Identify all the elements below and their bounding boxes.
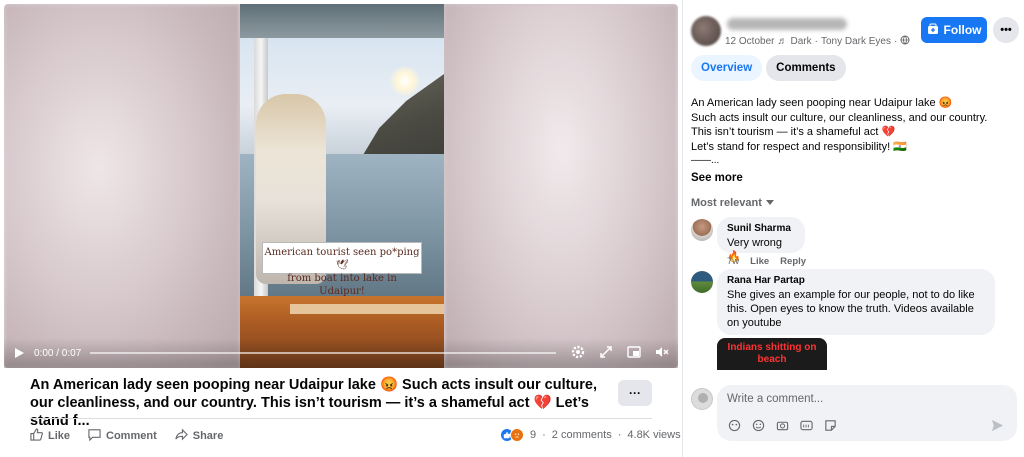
video-blur-background-left	[4, 4, 240, 368]
angry-reaction-icon	[510, 428, 524, 442]
cliff	[357, 74, 444, 164]
post-title: An American lady seen pooping near Udaip…	[30, 377, 598, 429]
view-count: 4.8K views	[627, 429, 681, 441]
see-more-link[interactable]: See more	[691, 172, 743, 184]
comment-bubble: Rana Har Partap She gives an example for…	[717, 269, 995, 335]
music-artist[interactable]: Dark	[790, 36, 811, 47]
boat-canopy	[240, 4, 444, 38]
comment-sort-dropdown[interactable]: Most relevant	[691, 197, 774, 209]
comment-reply-button[interactable]: Reply	[780, 256, 806, 267]
sticker-icon[interactable]	[823, 418, 837, 432]
reactions[interactable]	[500, 428, 524, 442]
overlay-caption-line-1: American tourist seen po*ping 🕊	[264, 247, 420, 271]
sort-label: Most relevant	[691, 197, 762, 209]
video-time: 0:00 / 0:07	[34, 347, 82, 359]
expand-icon[interactable]	[598, 344, 614, 360]
follow-icon	[927, 23, 939, 38]
post-description: An American lady seen pooping near Udaip…	[691, 96, 1017, 154]
follow-label: Follow	[943, 23, 982, 37]
comment-like-button[interactable]: Like	[750, 256, 769, 267]
send-icon[interactable]	[989, 417, 1005, 433]
share-label: Share	[192, 430, 224, 442]
current-user-avatar	[691, 388, 713, 410]
like-button[interactable]: Like	[30, 428, 70, 444]
sun	[390, 66, 420, 96]
stats-separator: ·	[617, 429, 622, 441]
globe-icon	[900, 35, 910, 48]
tab-overview[interactable]: Overview	[691, 55, 763, 81]
video-progress-bar[interactable]	[90, 352, 556, 354]
video-overlay-caption: American tourist seen po*ping 🕊 from boa…	[262, 242, 422, 297]
video-controls: 0:00 / 0:07	[4, 338, 678, 368]
comment-video-thumbnail[interactable]: Indians shitting on beach	[717, 338, 827, 370]
post-actions: Like Comment Share	[30, 428, 223, 444]
share-icon	[175, 428, 188, 444]
comment-actions: 7w Like Reply	[727, 256, 806, 267]
thumbs-up-icon	[30, 428, 43, 444]
divider	[30, 418, 652, 419]
comment-count[interactable]: 2 comments	[552, 429, 612, 441]
video-frame	[240, 4, 444, 368]
like-label: Like	[48, 430, 71, 442]
comment-label: Comment	[106, 430, 157, 442]
author-name-redacted[interactable]	[727, 18, 847, 30]
tab-comments[interactable]: Comments	[766, 55, 846, 81]
description-dash: ——...	[691, 155, 720, 166]
description-line-3: This isn’t tourism — it’s a shameful act…	[691, 126, 896, 138]
reaction-count: 9	[530, 429, 537, 441]
comment-age: 7w	[727, 256, 740, 267]
comment-button[interactable]: Comment	[88, 428, 157, 444]
comment-icon	[88, 428, 101, 444]
comment-text: She gives an example for our people, not…	[727, 289, 975, 329]
emoji-icon[interactable]	[751, 418, 765, 432]
boat-rim	[290, 304, 444, 314]
commenter-avatar[interactable]	[691, 219, 713, 241]
author-avatar[interactable]	[691, 16, 721, 46]
post-more-button[interactable]: ···	[618, 380, 652, 406]
avatar-sticker-icon[interactable]	[727, 418, 741, 432]
post-stats: 9 · 2 comments · 4.8K views	[500, 428, 681, 442]
details-panel: 12 October ♬ Dark · Tony Dark Eyes · Fol…	[682, 0, 1024, 457]
commenter-name[interactable]: Rana Har Partap	[727, 275, 985, 286]
video-panel: American tourist seen po*ping 🕊 from boa…	[0, 0, 682, 457]
commenter-name[interactable]: Sunil Sharma	[727, 223, 795, 234]
settings-icon[interactable]	[570, 344, 586, 360]
camera-icon[interactable]	[775, 418, 789, 432]
description-line-1: An American lady seen pooping near Udaip…	[691, 97, 953, 109]
follow-button[interactable]: Follow	[921, 17, 987, 43]
gif-icon[interactable]	[799, 418, 813, 432]
post-meta: 12 October ♬ Dark · Tony Dark Eyes ·	[725, 35, 910, 48]
comment-input-placeholder[interactable]: Write a comment...	[727, 393, 823, 405]
stats-separator: ·	[542, 429, 546, 441]
more-options-button[interactable]: •••	[993, 17, 1019, 43]
music-title[interactable]: Tony Dark Eyes	[821, 36, 891, 47]
video-blur-background-right	[444, 4, 678, 368]
post-date[interactable]: 12 October	[725, 36, 774, 47]
video-player[interactable]: American tourist seen po*ping 🕊 from boa…	[4, 4, 678, 368]
description-line-4: Let’s stand for respect and responsibili…	[691, 140, 907, 153]
comment-composer[interactable]: Write a comment...	[717, 385, 1017, 441]
comment-bubble: Sunil Sharma Very wrong 🔥	[717, 217, 805, 263]
panel-tabs: Overview Comments	[691, 55, 846, 81]
overlay-caption-line-2: from boat into lake in Udaipur!	[287, 273, 397, 297]
meta-separator: ·	[814, 36, 818, 47]
mute-icon[interactable]	[654, 344, 670, 360]
play-icon[interactable]	[12, 346, 26, 360]
commenter-avatar[interactable]	[691, 271, 713, 293]
meta-separator: ·	[893, 36, 898, 47]
picture-in-picture-icon[interactable]	[626, 344, 642, 360]
music-note-icon: ♬	[777, 36, 788, 47]
caret-down-icon	[765, 197, 774, 209]
description-line-2: Such acts insult our culture, our cleanl…	[691, 111, 988, 124]
share-button[interactable]: Share	[175, 428, 224, 444]
